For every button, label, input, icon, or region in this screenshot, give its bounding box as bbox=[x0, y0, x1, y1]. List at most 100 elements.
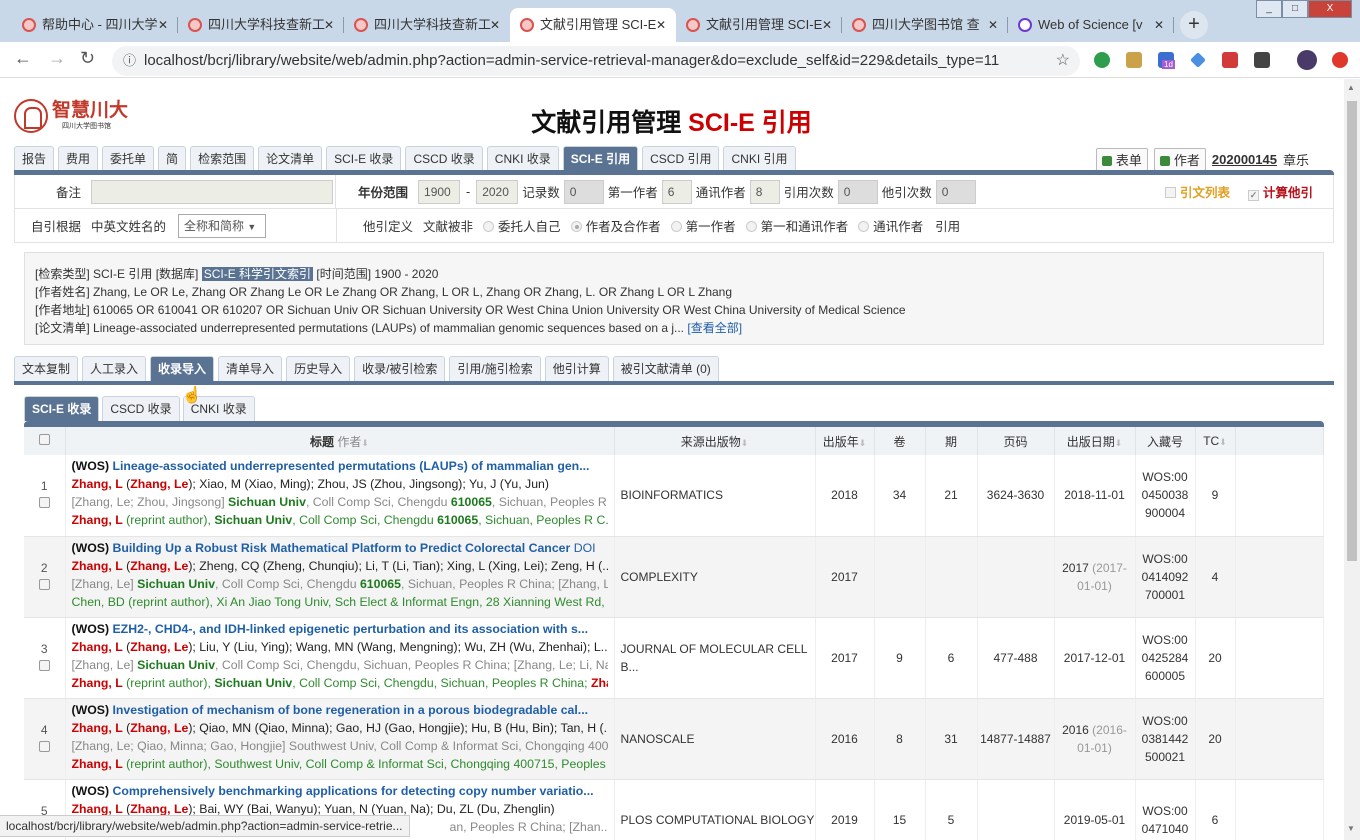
other-cite-radio[interactable]: 作者及合作者 bbox=[561, 220, 661, 234]
maximize-button[interactable]: □ bbox=[1282, 0, 1308, 18]
arrow-extension-icon[interactable] bbox=[1190, 52, 1206, 68]
article-title-link[interactable]: Lineage-associated underrepresented perm… bbox=[112, 459, 589, 473]
browser-tab[interactable]: 文献引用管理 SCI-E ✕ bbox=[676, 8, 842, 42]
table-row[interactable]: 2 (WOS) Building Up a Robust Risk Mathema… bbox=[24, 536, 1324, 618]
main-tab[interactable]: SCI-E 引用 bbox=[562, 146, 639, 171]
reload-icon[interactable]: ↻ bbox=[80, 48, 95, 69]
article-title-link[interactable]: EZH2-, CHD4-, and IDH-linked epigenetic … bbox=[112, 622, 588, 636]
url-text: localhost/bcrj/library/website/web/admin… bbox=[144, 52, 1000, 69]
sub-tab[interactable]: SCI-E 收录 bbox=[24, 396, 100, 421]
secondary-tab[interactable]: 历史导入 bbox=[286, 356, 351, 381]
row-checkbox[interactable] bbox=[38, 740, 50, 752]
select-all-checkbox[interactable] bbox=[24, 427, 66, 455]
main-tab[interactable]: SCI-E 收录 bbox=[326, 146, 402, 171]
secondary-tab[interactable]: 文本复制 bbox=[14, 356, 79, 381]
sub-tab[interactable]: CSCD 收录 bbox=[102, 396, 180, 421]
close-tab-icon[interactable]: ✕ bbox=[490, 8, 500, 42]
info-icon[interactable]: ⓘ bbox=[123, 46, 136, 76]
col-tc[interactable]: TC⬇ bbox=[1195, 427, 1236, 455]
other-cite-radio[interactable]: 第一和通讯作者 bbox=[736, 220, 848, 234]
first-author-input[interactable]: 6 bbox=[661, 179, 692, 204]
corr-author-input[interactable]: 8 bbox=[749, 179, 780, 204]
close-tab-icon[interactable]: ✕ bbox=[656, 8, 666, 42]
basket-extension-icon[interactable] bbox=[1126, 52, 1142, 68]
cite-list-checkbox[interactable]: 引文列表 bbox=[1164, 182, 1230, 201]
name-select[interactable]: 全称和简称 ▼ bbox=[178, 213, 267, 238]
bookmark-star-icon[interactable]: ☆ bbox=[1056, 46, 1070, 76]
secondary-tab[interactable]: 清单导入 bbox=[218, 356, 283, 381]
row-checkbox[interactable] bbox=[38, 578, 50, 590]
row-checkbox[interactable] bbox=[38, 659, 50, 671]
text-segment[interactable]: DOI bbox=[570, 541, 596, 555]
year-from-input[interactable]: 1900 bbox=[418, 179, 461, 204]
update-icon[interactable] bbox=[1332, 52, 1348, 68]
main-tab[interactable]: CSCD 收录 bbox=[405, 146, 483, 171]
article-title-link[interactable]: Comprehensively benchmarking application… bbox=[112, 784, 593, 798]
col-year[interactable]: 出版年⬇ bbox=[815, 427, 875, 455]
row-checkbox[interactable] bbox=[38, 497, 50, 509]
browser-tab[interactable]: 文献引用管理 SCI-E ✕ bbox=[510, 8, 676, 42]
note-input[interactable] bbox=[91, 179, 333, 204]
close-tab-icon[interactable]: ✕ bbox=[988, 8, 998, 42]
secondary-tab[interactable]: 人工录入 bbox=[82, 356, 147, 381]
table-row[interactable]: 1 (WOS) Lineage-associated underrepresent… bbox=[24, 455, 1324, 537]
secondary-tab[interactable]: 他引计算 bbox=[544, 356, 609, 381]
scroll-up-icon[interactable]: ▲ bbox=[1347, 83, 1355, 92]
main-tab[interactable]: 委托单 bbox=[102, 146, 155, 171]
forward-icon[interactable]: → bbox=[48, 48, 66, 69]
browser-tab[interactable]: 四川大学科技查新工 ✕ bbox=[178, 8, 344, 42]
article-title-link[interactable]: Investigation of mechanism of bone regen… bbox=[112, 703, 588, 717]
calc-other-cite-checkbox[interactable]: ✓ 计算他引 bbox=[1247, 182, 1313, 201]
main-tab[interactable]: CSCD 引用 bbox=[642, 146, 720, 171]
close-window-button[interactable]: X bbox=[1308, 0, 1352, 18]
selenium-extension-icon[interactable] bbox=[1254, 52, 1270, 68]
back-icon[interactable]: ← bbox=[14, 48, 32, 69]
col-title[interactable]: 标题 作者⬇ bbox=[65, 427, 615, 455]
other-cite-radio[interactable]: 通讯作者 bbox=[848, 220, 923, 234]
secondary-tab[interactable]: 收录导入 bbox=[150, 356, 215, 381]
col-source[interactable]: 来源出版物⬇ bbox=[614, 427, 816, 455]
media-extension-icon[interactable] bbox=[1222, 52, 1238, 68]
profile-avatar[interactable] bbox=[1297, 50, 1317, 70]
cite-count-input[interactable]: 0 bbox=[837, 179, 878, 204]
main-tab[interactable]: 报告 bbox=[14, 146, 55, 171]
secondary-tab[interactable]: 收录/被引检索 bbox=[354, 356, 446, 381]
new-tab-button[interactable]: + bbox=[1180, 11, 1208, 39]
evernote-extension-icon[interactable] bbox=[1094, 52, 1110, 68]
scroll-down-icon[interactable]: ▼ bbox=[1347, 824, 1355, 833]
close-tab-icon[interactable]: ✕ bbox=[324, 8, 334, 42]
browser-tab[interactable]: 帮助中心 - 四川大学 ✕ bbox=[12, 8, 178, 42]
form-button[interactable]: 表单 bbox=[1095, 148, 1148, 171]
other-cite-radio[interactable]: 委托人自己 bbox=[473, 220, 561, 234]
main-tab[interactable]: 检索范围 bbox=[190, 146, 255, 171]
main-tab[interactable]: CNKI 引用 bbox=[723, 146, 796, 171]
author-button[interactable]: 作者 bbox=[1153, 148, 1206, 171]
main-tab[interactable]: 论文清单 bbox=[258, 146, 323, 171]
page-scrollbar[interactable]: ▲ ▼ bbox=[1344, 79, 1360, 840]
col-date[interactable]: 出版日期⬇ bbox=[1054, 427, 1136, 455]
browser-tab[interactable]: 四川大学科技查新工 ✕ bbox=[344, 8, 510, 42]
main-tab[interactable]: 简 bbox=[158, 146, 187, 171]
view-all-link[interactable]: [查看全部] bbox=[687, 321, 742, 335]
article-title-link[interactable]: Building Up a Robust Risk Mathematical P… bbox=[112, 541, 570, 555]
user-id-link[interactable]: 202000145 bbox=[1212, 152, 1277, 167]
records-input[interactable]: 0 bbox=[563, 179, 604, 204]
main-tab[interactable]: 费用 bbox=[58, 146, 99, 171]
secondary-tab[interactable]: 引用/施引检索 bbox=[449, 356, 541, 381]
close-tab-icon[interactable]: ✕ bbox=[822, 8, 832, 42]
table-row[interactable]: 3 (WOS) EZH2-, CHD4-, and IDH-linked epig… bbox=[24, 617, 1324, 699]
calendar-extension-icon[interactable]: 1d bbox=[1158, 52, 1175, 69]
browser-tab[interactable]: Web of Science [v ✕ bbox=[1008, 8, 1174, 42]
secondary-tab[interactable]: 被引文献清单 (0) bbox=[612, 356, 719, 381]
close-tab-icon[interactable]: ✕ bbox=[158, 8, 168, 42]
url-input[interactable]: ⓘ localhost/bcrj/library/website/web/adm… bbox=[112, 46, 1080, 76]
scrollbar-thumb[interactable] bbox=[1347, 101, 1357, 561]
year-to-input[interactable]: 2020 bbox=[476, 179, 519, 204]
other-cite-input[interactable]: 0 bbox=[935, 179, 976, 204]
table-row[interactable]: 4 (WOS) Investigation of mechanism of bon… bbox=[24, 698, 1324, 780]
close-tab-icon[interactable]: ✕ bbox=[1154, 8, 1164, 42]
browser-tab[interactable]: 四川大学图书馆 查 ✕ bbox=[842, 8, 1008, 42]
other-cite-radio[interactable]: 第一作者 bbox=[661, 220, 736, 234]
main-tab[interactable]: CNKI 收录 bbox=[486, 146, 559, 171]
minimize-button[interactable]: _ bbox=[1256, 0, 1282, 18]
